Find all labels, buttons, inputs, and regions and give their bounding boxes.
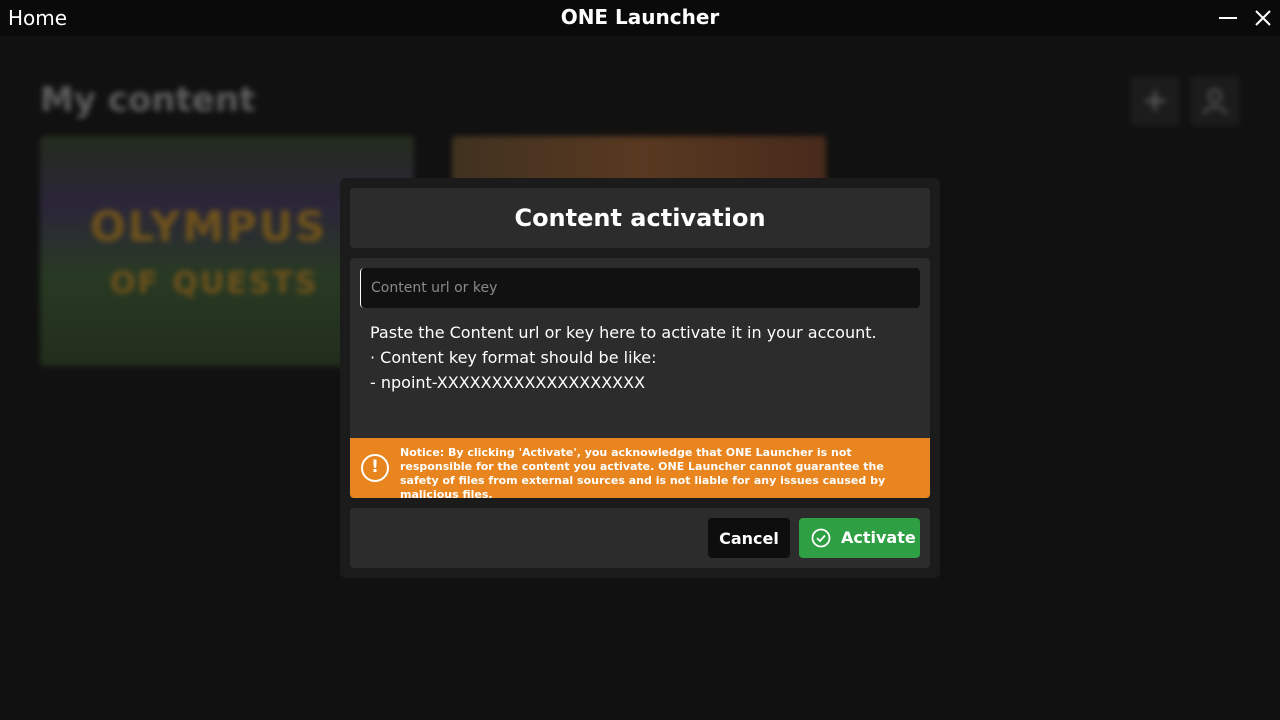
help-line: - npoint-XXXXXXXXXXXXXXXXXXX — [370, 373, 646, 392]
card-title-line2: OF QUESTS — [110, 266, 319, 301]
card-title-line1: OLYMPUS — [90, 202, 328, 251]
title-bar: Home ONE Launcher — [0, 0, 1280, 36]
add-content-button: + — [1130, 76, 1180, 126]
close-window-button[interactable] — [1251, 6, 1275, 30]
minimize-button[interactable] — [1216, 6, 1240, 30]
app-window: Home ONE Launcher My content + OLYMPUS O… — [0, 0, 1280, 720]
dialog-footer: Cancel Activate — [350, 508, 930, 568]
account-button — [1190, 76, 1240, 126]
activate-button[interactable]: Activate — [799, 518, 920, 558]
help-line: · Content key format should be like: — [370, 348, 657, 367]
check-circle-icon — [811, 528, 831, 548]
page-heading: My content — [40, 80, 256, 120]
activate-label: Activate — [841, 528, 916, 547]
activation-dialog: Content activation Paste the Content url… — [340, 178, 940, 578]
content-key-input[interactable] — [360, 268, 920, 308]
warning-icon: ! — [361, 454, 389, 482]
dialog-title: Content activation — [350, 188, 930, 248]
app-title: ONE Launcher — [560, 5, 720, 29]
notice-text: Notice: By clicking 'Activate', you ackn… — [400, 446, 886, 501]
close-icon — [1255, 10, 1271, 26]
help-text: Paste the Content url or key here to act… — [370, 320, 877, 395]
help-line: Paste the Content url or key here to act… — [370, 323, 877, 342]
user-icon — [1203, 89, 1227, 115]
notice-banner: ! Notice: By clicking 'Activate', you ac… — [350, 438, 930, 501]
cancel-button[interactable]: Cancel — [708, 518, 790, 558]
plus-icon: + — [1141, 81, 1169, 119]
